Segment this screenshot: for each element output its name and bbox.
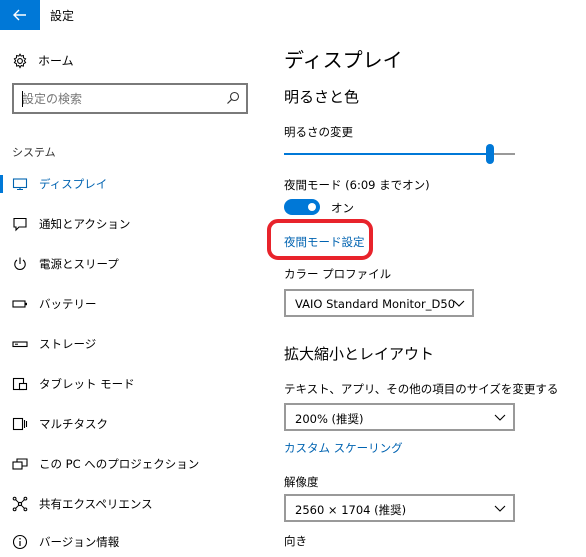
title-bar: 設定 <box>0 0 586 30</box>
dropdown-value: 2560 × 1704 (推奨) <box>295 503 407 517</box>
sidebar-item-label: マルチタスク <box>39 417 108 431</box>
search-input[interactable] <box>22 90 222 108</box>
projection-icon <box>12 458 28 470</box>
resolution-dropdown[interactable]: 2560 × 1704 (推奨) <box>284 494 515 522</box>
back-arrow-icon <box>13 9 26 21</box>
toggle-state-label: オン <box>331 201 354 215</box>
sidebar-item-projection[interactable]: この PC へのプロジェクション <box>0 449 265 479</box>
main-content: ディスプレイ 明るさと色 明るさの変更 夜間モード (6:09 までオン) オン… <box>265 30 586 552</box>
sidebar-item-multitasking[interactable]: マルチタスク <box>0 409 265 439</box>
tablet-mode-icon <box>12 377 28 391</box>
resolution-label: 解像度 <box>284 475 319 489</box>
slider-thumb[interactable] <box>485 144 494 164</box>
sidebar-item-storage[interactable]: ストレージ <box>0 329 265 359</box>
sidebar-item-label: バッテリー <box>39 297 97 311</box>
search-box[interactable] <box>12 83 248 114</box>
section-heading-brightness: 明るさと色 <box>284 88 360 106</box>
brightness-slider[interactable] <box>284 144 515 164</box>
section-label-system: システム <box>12 146 56 159</box>
toggle-knob <box>308 203 316 211</box>
sidebar-item-tablet-mode[interactable]: タブレット モード <box>0 369 265 399</box>
back-button[interactable] <box>0 0 40 30</box>
sidebar-item-about[interactable]: バージョン情報 <box>0 527 265 557</box>
text-caret <box>22 91 23 107</box>
night-light-toggle[interactable] <box>284 199 320 215</box>
chevron-down-icon <box>494 414 506 421</box>
active-indicator <box>0 175 3 193</box>
brightness-label: 明るさの変更 <box>284 125 353 139</box>
sidebar-item-label: ディスプレイ <box>39 177 108 191</box>
window-title: 設定 <box>50 9 75 23</box>
orientation-label: 向き <box>284 534 307 548</box>
night-light-settings-link[interactable]: 夜間モード設定 <box>284 234 365 250</box>
shared-experiences-icon <box>12 496 28 512</box>
sidebar-item-label: 電源とスリープ <box>39 257 119 271</box>
sidebar-item-display[interactable]: ディスプレイ <box>0 169 265 199</box>
sidebar-item-label: この PC へのプロジェクション <box>39 457 200 471</box>
power-icon <box>14 257 26 270</box>
night-light-label: 夜間モード (6:09 までオン) <box>284 178 430 192</box>
sidebar-item-label: バージョン情報 <box>39 535 120 549</box>
dropdown-value: VAIO Standard Monitor_D50 <box>295 297 456 311</box>
info-icon <box>12 534 28 550</box>
battery-icon <box>12 300 27 308</box>
sidebar-item-label: ストレージ <box>39 337 97 351</box>
sidebar-item-home-label: ホーム <box>38 54 74 68</box>
monitor-icon <box>12 178 28 191</box>
search-icon[interactable] <box>226 91 240 105</box>
multitasking-icon <box>12 417 28 431</box>
sidebar-item-notifications[interactable]: 通知とアクション <box>0 209 265 239</box>
sidebar-item-home[interactable]: ホーム <box>12 52 74 69</box>
sidebar-item-label: タブレット モード <box>39 377 135 391</box>
color-profile-label: カラー プロファイル <box>284 267 392 281</box>
sidebar-item-label: 共有エクスペリエンス <box>39 497 153 511</box>
color-profile-dropdown[interactable]: VAIO Standard Monitor_D50 <box>284 289 474 317</box>
gear-icon <box>13 52 27 69</box>
sidebar: ホーム システム ディスプレイ 通知とアクション 電源とスリープ <box>0 30 265 552</box>
custom-scaling-link[interactable]: カスタム スケーリング <box>284 440 403 456</box>
slider-fill <box>284 153 490 155</box>
scale-dropdown[interactable]: 200% (推奨) <box>284 403 515 431</box>
storage-icon <box>12 341 28 348</box>
page-title: ディスプレイ <box>284 48 403 72</box>
chevron-down-icon <box>494 505 506 512</box>
size-label: テキスト、アプリ、その他の項目のサイズを変更する <box>284 382 559 396</box>
sidebar-item-label: 通知とアクション <box>39 217 131 231</box>
notification-icon <box>13 217 27 232</box>
sidebar-item-shared-experiences[interactable]: 共有エクスペリエンス <box>0 489 265 519</box>
sidebar-item-power[interactable]: 電源とスリープ <box>0 249 265 279</box>
chevron-down-icon <box>453 300 465 307</box>
sidebar-item-battery[interactable]: バッテリー <box>0 289 265 319</box>
section-heading-scale-layout: 拡大縮小とレイアウト <box>284 345 435 363</box>
dropdown-value: 200% (推奨) <box>295 412 364 426</box>
